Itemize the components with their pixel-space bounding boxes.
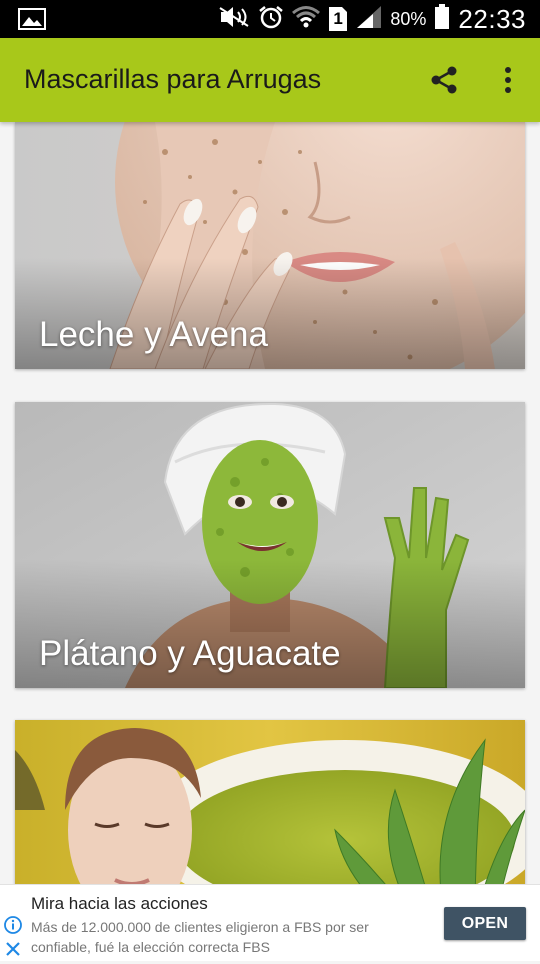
ad-title[interactable]: Mira hacia las acciones: [31, 894, 208, 914]
clock: 22:33: [458, 3, 526, 34]
card-title: Leche y Avena: [39, 315, 268, 354]
mute-icon: [218, 6, 250, 33]
card-aloe-vera[interactable]: [15, 720, 525, 884]
mask-list: Leche y Avena Plátano y Aguacate: [0, 122, 540, 884]
card-leche-y-avena[interactable]: Leche y Avena: [15, 122, 525, 369]
gallery-notification-icon: [18, 8, 46, 35]
battery-icon: [434, 3, 450, 35]
sim-icon: 1: [328, 6, 348, 32]
share-button[interactable]: [426, 62, 462, 98]
ad-open-button[interactable]: OPEN: [444, 907, 526, 940]
ad-text: Más de 12.000.000 de clientes eligieron …: [31, 919, 369, 955]
wifi-icon: [292, 5, 321, 34]
more-vert-icon: [505, 67, 511, 93]
app-title: Mascarillas para Arrugas: [24, 64, 322, 94]
ad-close-icon[interactable]: [3, 939, 23, 964]
card-platano-y-aguacate[interactable]: Plátano y Aguacate: [15, 402, 525, 688]
sim-slot-number: 1: [333, 9, 343, 28]
share-icon: [431, 66, 457, 94]
app-bar: Mascarillas para Arrugas: [0, 38, 540, 122]
alarm-icon: [258, 5, 284, 34]
card-title: Plátano y Aguacate: [39, 634, 341, 673]
signal-icon: [356, 5, 382, 34]
status-bar: 1 80% 22:33: [0, 0, 540, 38]
ad-banner[interactable]: Mira hacia las acciones Más de 12.000.00…: [0, 884, 540, 961]
card-image-aloe-mask: [15, 720, 525, 884]
overflow-menu-button[interactable]: [490, 62, 526, 98]
ad-info-icon[interactable]: [3, 915, 23, 940]
battery-percent: 80%: [390, 8, 427, 29]
